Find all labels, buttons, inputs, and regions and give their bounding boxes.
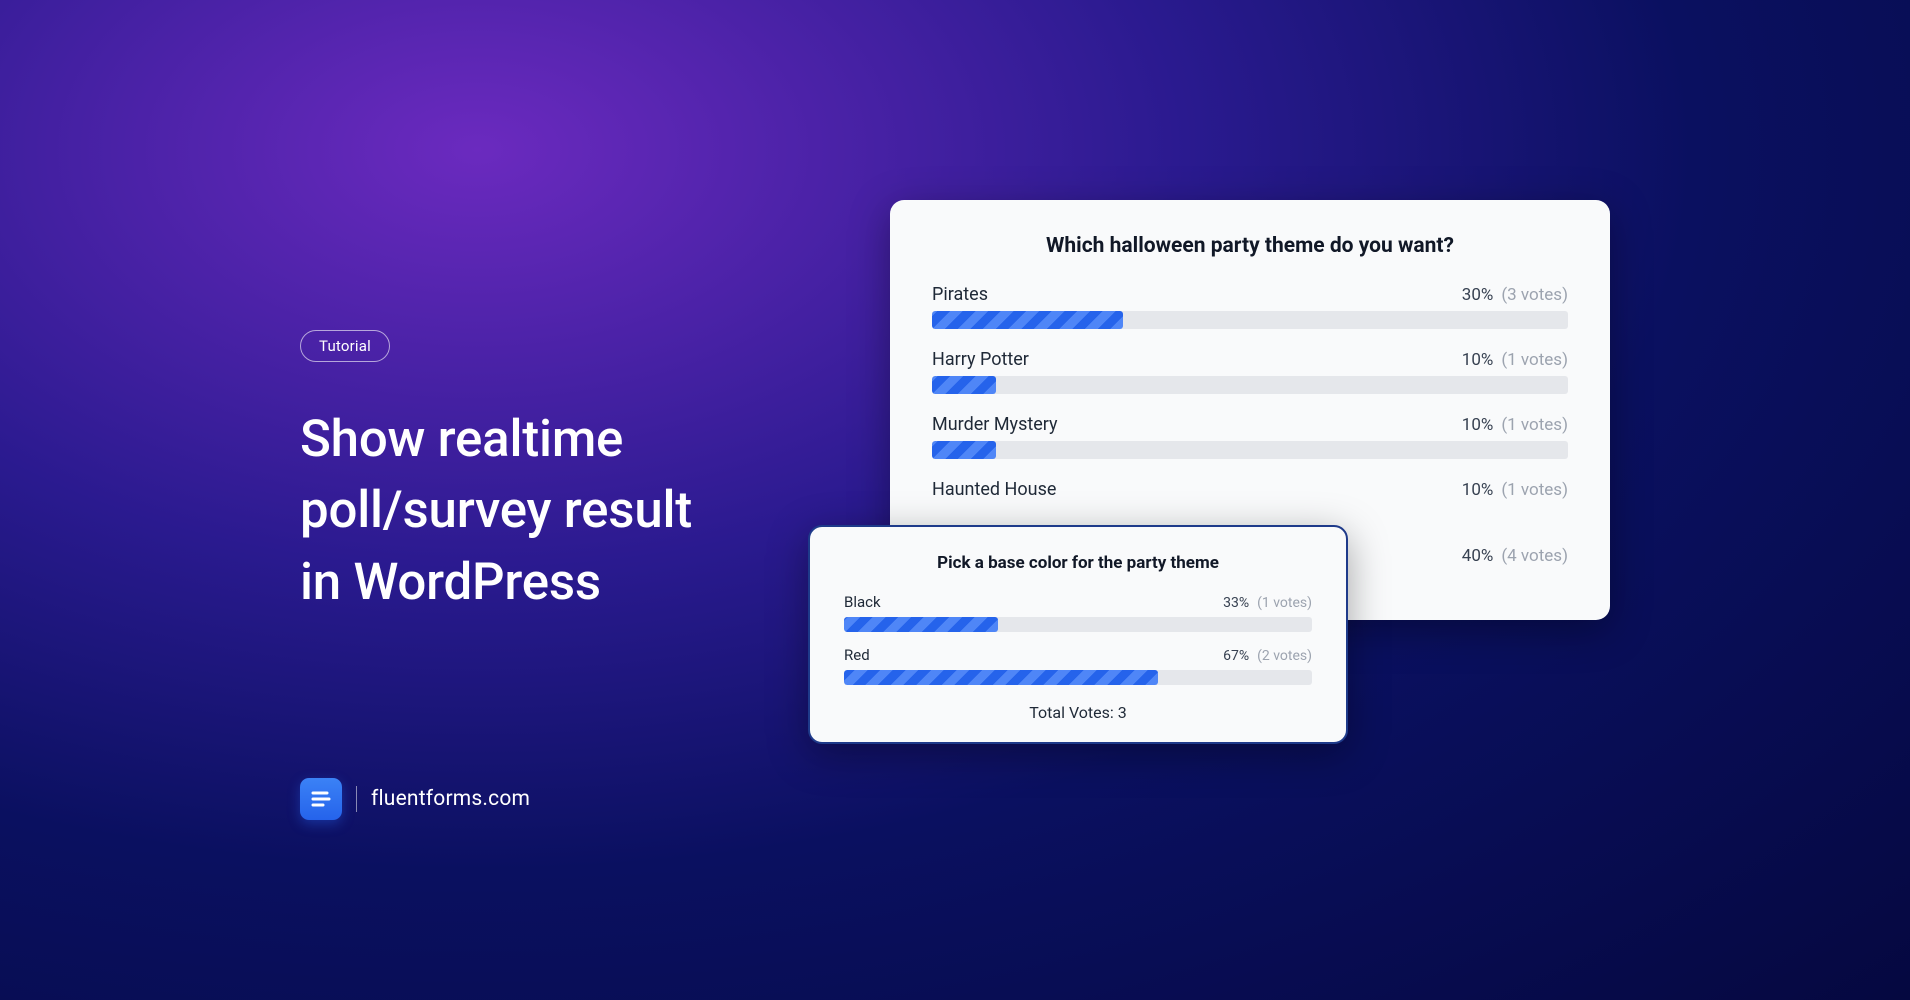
progress-fill: [844, 670, 1158, 685]
progress-track: [932, 311, 1568, 329]
progress-track: [844, 670, 1312, 685]
headline-line: Show realtime: [300, 404, 692, 475]
poll-row: Red 67% (2 votes): [844, 646, 1312, 685]
poll-percent: 40%: [1462, 546, 1494, 566]
poll-row: Pirates 30% (3 votes): [932, 284, 1568, 329]
poll-row: Harry Potter 10% (1 votes): [932, 349, 1568, 394]
poll-title: Which halloween party theme do you want?: [932, 234, 1568, 258]
headline: Show realtime poll/survey result in Word…: [300, 404, 692, 618]
poll-title: Pick a base color for the party theme: [844, 553, 1312, 573]
poll-option-label: Harry Potter: [932, 349, 1029, 370]
poll-row: Murder Mystery 10% (1 votes): [932, 414, 1568, 459]
poll-card-color: Pick a base color for the party theme Bl…: [808, 525, 1348, 744]
brand-footer: fluentforms.com: [300, 778, 530, 820]
poll-votes: (1 votes): [1257, 595, 1312, 611]
poll-percent: 67%: [1223, 648, 1249, 664]
hero-text: Tutorial Show realtime poll/survey resul…: [300, 330, 692, 618]
poll-option-label: Pirates: [932, 284, 988, 305]
progress-fill: [932, 441, 996, 459]
poll-votes: (2 votes): [1257, 648, 1312, 664]
poll-votes: (1 votes): [1501, 480, 1568, 500]
poll-percent: 30%: [1462, 285, 1494, 305]
poll-percent: 10%: [1462, 350, 1494, 370]
poll-row: Black 33% (1 votes): [844, 593, 1312, 632]
progress-track: [844, 617, 1312, 632]
headline-line: poll/survey result: [300, 475, 692, 546]
divider: [356, 786, 357, 812]
poll-percent: 10%: [1462, 480, 1494, 500]
progress-fill: [844, 617, 998, 632]
poll-votes: (4 votes): [1501, 546, 1568, 566]
poll-votes: (3 votes): [1501, 285, 1568, 305]
progress-track: [932, 376, 1568, 394]
poll-votes: (1 votes): [1501, 350, 1568, 370]
headline-line: in WordPress: [300, 547, 692, 618]
progress-fill: [932, 376, 996, 394]
poll-option-label: Black: [844, 593, 881, 611]
poll-option-label: Murder Mystery: [932, 414, 1058, 435]
poll-option-label: Haunted House: [932, 479, 1056, 500]
progress-fill: [932, 311, 1123, 329]
brand-logo-icon: [300, 778, 342, 820]
brand-url: fluentforms.com: [371, 787, 530, 811]
progress-track: [932, 441, 1568, 459]
poll-percent: 33%: [1223, 595, 1249, 611]
poll-percent: 10%: [1462, 415, 1494, 435]
total-votes: Total Votes: 3: [844, 703, 1312, 722]
poll-row: Haunted House 10% (1 votes): [932, 479, 1568, 500]
poll-option-label: Red: [844, 646, 870, 664]
category-badge: Tutorial: [300, 330, 390, 362]
poll-votes: (1 votes): [1501, 415, 1568, 435]
